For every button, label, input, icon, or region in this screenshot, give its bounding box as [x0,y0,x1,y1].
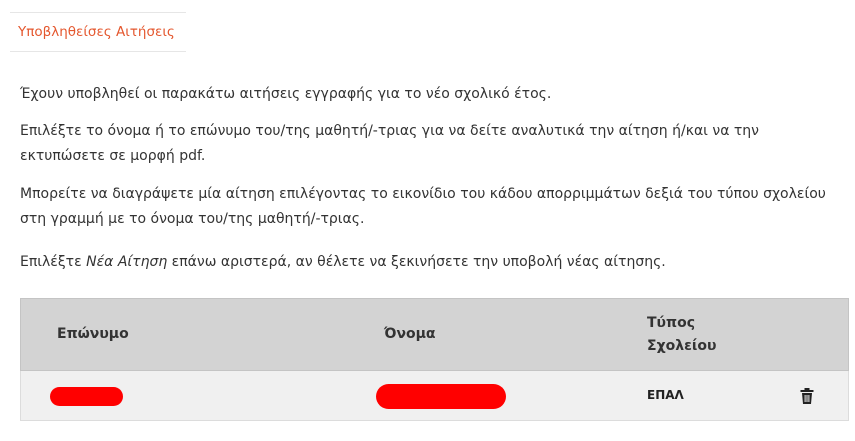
trash-icon[interactable] [800,388,814,404]
column-header-firstname: Όνομα [384,326,436,342]
tab-label: Υποβληθείσες Αιτήσεις [18,24,175,40]
school-type-cell: ΕΠΑΛ [647,388,684,402]
firstname-link-redacted[interactable] [376,384,506,409]
p4-text-before: Επιλέξτε [20,254,87,270]
intro-paragraph-4: Επιλέξτε Νέα Αίτηση επάνω αριστερά, αν θ… [20,250,840,275]
intro-paragraph-1: Έχουν υποβληθεί οι παρακάτω αιτήσεις εγγ… [20,86,552,102]
new-application-emphasis: Νέα Αίτηση [86,254,168,270]
school-type-header-line1: Τύπος [647,315,695,331]
tab-submitted-applications[interactable]: Υποβληθείσες Αιτήσεις [10,12,186,52]
table-row: ΕΠΑΛ [20,371,849,421]
intro-paragraph-3: Μπορείτε να διαγράψετε μία αίτηση επιλέγ… [20,186,826,227]
lastname-link-redacted[interactable] [50,387,123,406]
column-header-school-type: Τύπος Σχολείου [647,312,737,358]
column-header-lastname: Επώνυμο [57,326,129,342]
school-type-header-line2: Σχολείου [647,338,717,354]
p4-text-after: επάνω αριστερά, αν θέλετε να ξεκινήσετε … [167,254,666,270]
intro-paragraph-2: Επιλέξτε το όνομα ή το επώνυμο του/της μ… [20,123,759,164]
table-header: Επώνυμο Όνομα Τύπος Σχολείου [20,298,849,371]
